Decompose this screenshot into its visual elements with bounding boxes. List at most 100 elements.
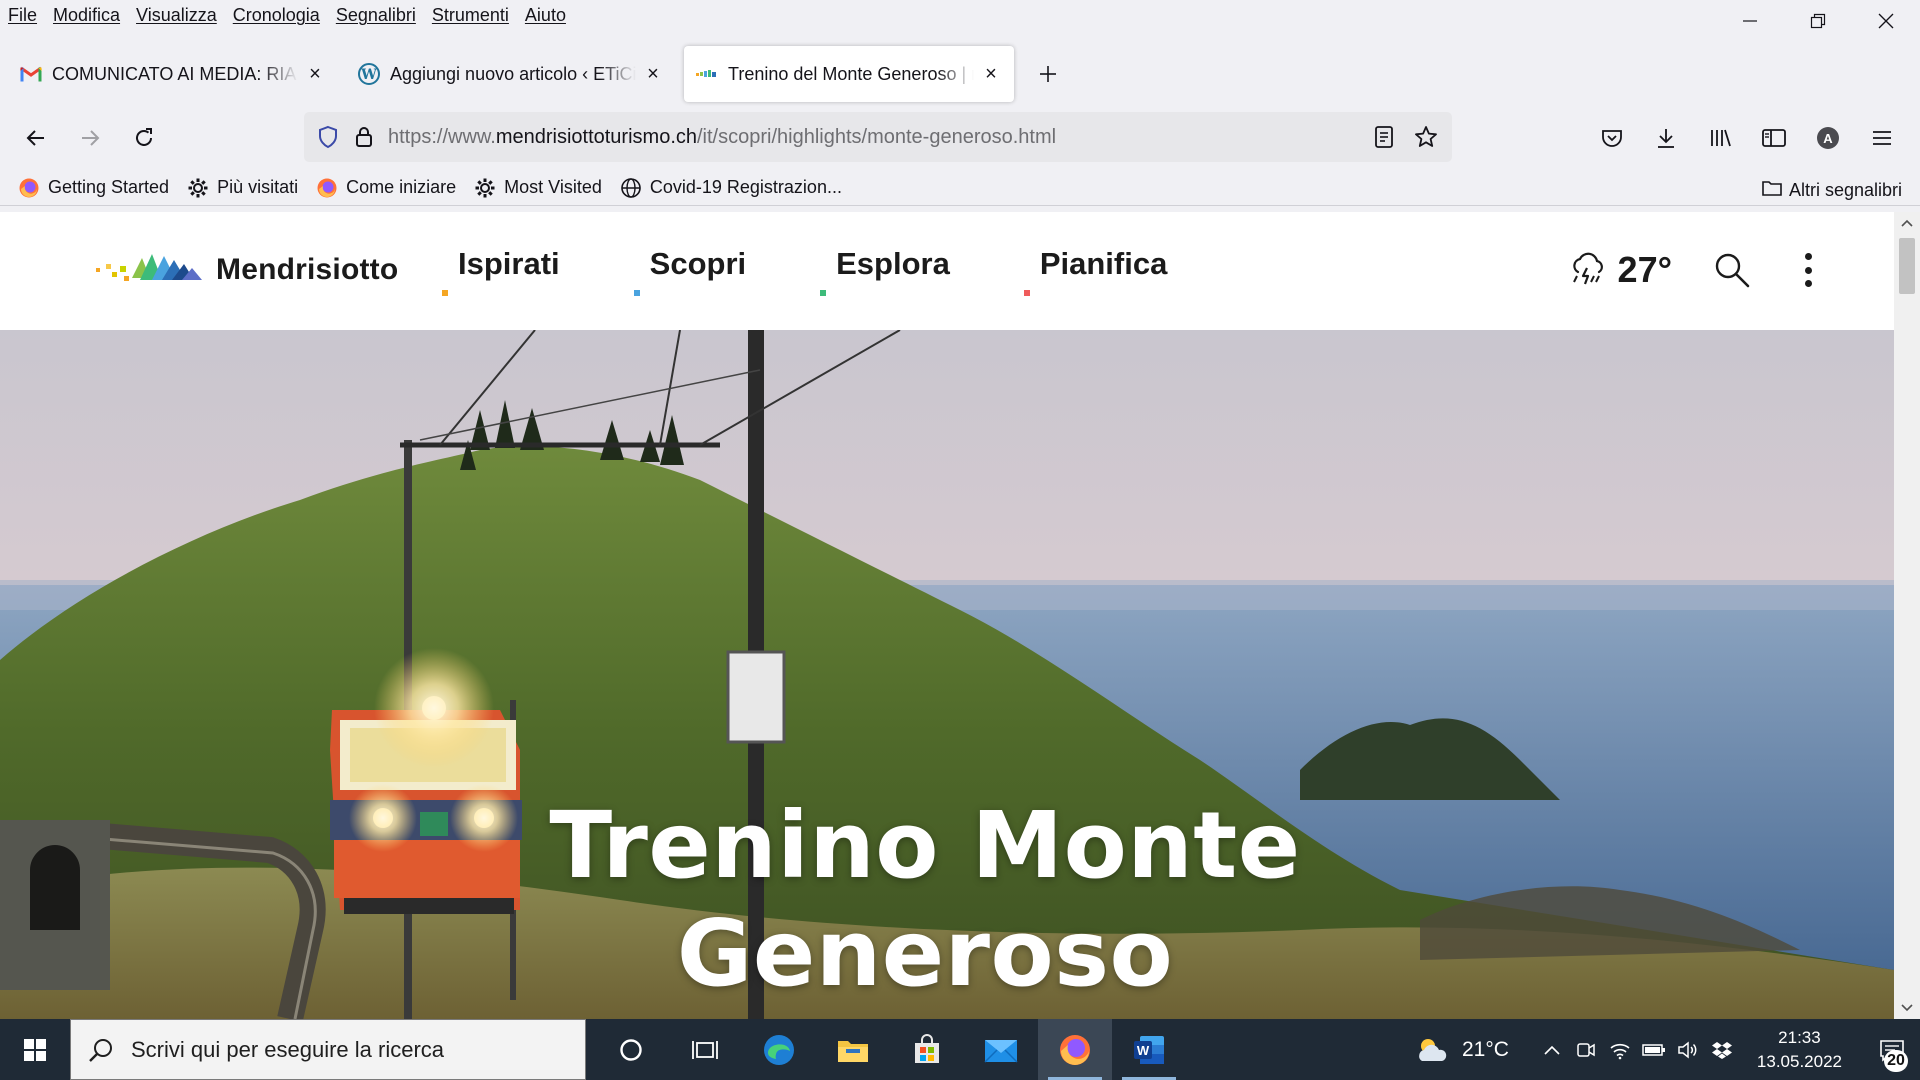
scrollbar-thumb[interactable] <box>1899 238 1915 294</box>
gmail-icon <box>20 63 42 85</box>
site-nav-ispirati[interactable]: Ispirati <box>440 246 560 296</box>
header-tools: 27° <box>1568 240 1814 300</box>
logo-text: Mendrisiotto <box>216 253 399 286</box>
word-app[interactable]: W <box>1112 1019 1186 1080</box>
bookmarks-bar: Getting Started Più visitati Come inizia… <box>0 174 1920 206</box>
url-prefix: https://www. <box>388 125 496 148</box>
app-menu-button[interactable] <box>1860 116 1904 160</box>
page-scrollbar[interactable] <box>1894 212 1920 1019</box>
url-path: /it/scopri/highlights/monte-generoso.htm… <box>697 125 1057 148</box>
tab-gmail[interactable]: COMUNICATO AI MEDIA: RIAPR × <box>8 46 338 102</box>
url-text[interactable]: https://www.mendrisiottoturismo.ch/it/sc… <box>388 126 1056 149</box>
notification-center-button[interactable]: 20 <box>1868 1019 1916 1080</box>
lock-icon[interactable] <box>346 119 382 155</box>
bookmark-most-visited[interactable]: Most Visited <box>474 177 602 199</box>
wordpress-icon: W <box>358 63 380 85</box>
site-nav-esplora[interactable]: Esplora <box>818 246 950 296</box>
close-tab-icon[interactable]: × <box>980 63 1002 85</box>
notification-count-badge: 20 <box>1884 1050 1908 1072</box>
menu-bar: File Modifica Visualizza Cronologia Segn… <box>0 0 1920 30</box>
bookmark-piu-visitati[interactable]: Più visitati <box>187 177 298 199</box>
cortana-circle-icon <box>620 1038 642 1061</box>
menu-cronologia[interactable]: Cronologia <box>225 5 328 26</box>
mail-icon <box>984 1039 1018 1063</box>
menu-strumenti[interactable]: Strumenti <box>424 5 517 26</box>
tab-mendrisiotto[interactable]: Trenino del Monte Generoso | m × <box>684 46 1014 102</box>
scroll-down-arrow-icon[interactable] <box>1894 997 1920 1019</box>
taskbar-search-box[interactable]: Scrivi qui per eseguire la ricerca <box>70 1019 586 1080</box>
sidebar-button[interactable] <box>1752 116 1796 160</box>
tab-wordpress[interactable]: W Aggiungi nuovo articolo ‹ ETiCi × <box>346 46 676 102</box>
search-icon[interactable] <box>1712 250 1752 290</box>
downloads-button[interactable] <box>1644 116 1688 160</box>
arrow-left-icon <box>26 130 44 146</box>
volume-icon[interactable] <box>1671 1030 1705 1070</box>
mail-app[interactable] <box>964 1019 1038 1080</box>
other-bookmarks-button[interactable]: Altri segnalibri <box>1761 174 1902 206</box>
nav-bar: https://www.mendrisiottoturismo.ch/it/sc… <box>0 108 1920 168</box>
bookmark-label: Più visitati <box>217 177 299 197</box>
shield-icon[interactable] <box>310 119 346 155</box>
wifi-icon[interactable] <box>1603 1030 1637 1070</box>
pocket-button[interactable] <box>1590 116 1634 160</box>
restore-button[interactable] <box>1784 0 1852 42</box>
close-tab-icon[interactable]: × <box>642 63 664 85</box>
meet-now-icon[interactable] <box>1569 1030 1603 1070</box>
start-button[interactable] <box>0 1019 70 1080</box>
back-button[interactable] <box>14 116 58 160</box>
menu-segnalibri[interactable]: Segnalibri <box>328 5 424 26</box>
star-icon[interactable] <box>1408 119 1444 155</box>
more-menu-icon[interactable] <box>1802 250 1814 290</box>
reload-button[interactable] <box>122 116 166 160</box>
show-hidden-icons-chevron-icon[interactable] <box>1535 1030 1569 1070</box>
scroll-up-arrow-icon[interactable] <box>1894 212 1920 234</box>
library-button[interactable] <box>1698 116 1742 160</box>
taskbar-clock[interactable]: 21:33 13.05.2022 <box>1757 1026 1842 1074</box>
file-explorer-app[interactable] <box>816 1019 890 1080</box>
site-logo[interactable]: Mendrisiotto <box>96 250 398 290</box>
url-bar[interactable]: https://www.mendrisiottoturismo.ch/it/sc… <box>304 112 1452 162</box>
bookmark-come-iniziare[interactable]: Come iniziare <box>316 177 456 199</box>
site-nav-pianifica[interactable]: Pianifica <box>1022 246 1167 296</box>
library-icon <box>1711 129 1731 147</box>
battery-icon[interactable] <box>1637 1030 1671 1070</box>
forward-button[interactable] <box>68 116 112 160</box>
folder-icon <box>1761 178 1783 203</box>
menu-aiuto[interactable]: Aiuto <box>517 5 574 26</box>
globe-icon <box>620 177 642 199</box>
microsoft-store-app[interactable] <box>890 1019 964 1080</box>
reader-view-icon[interactable] <box>1366 119 1402 155</box>
taskbar-temperature: 21°C <box>1461 1037 1509 1061</box>
bookmark-label: Covid-19 Registrazion... <box>649 177 842 197</box>
edge-app[interactable] <box>742 1019 816 1080</box>
tab-title: COMUNICATO AI MEDIA: RIAPR <box>52 63 298 84</box>
restore-icon <box>1810 13 1826 29</box>
menu-visualizza[interactable]: Visualizza <box>128 5 225 26</box>
edge-icon <box>764 1034 794 1065</box>
bookmark-label: Come iniziare <box>346 177 457 197</box>
menu-file[interactable]: File <box>0 5 45 26</box>
close-tab-icon[interactable]: × <box>304 63 326 85</box>
svg-text:W: W <box>1137 1043 1150 1058</box>
gear-icon <box>187 177 209 199</box>
word-icon: W <box>1134 1035 1164 1064</box>
taskbar-weather-widget[interactable]: 21°C <box>1414 1035 1509 1065</box>
page-viewport: Mendrisiotto Ispirati Scopri Esplora Pia… <box>0 212 1920 1019</box>
new-tab-button[interactable] <box>1028 54 1068 94</box>
hero-section: Trenino Monte Generoso <box>0 330 1894 1019</box>
menu-modifica[interactable]: Modifica <box>45 5 128 26</box>
bookmark-getting-started[interactable]: Getting Started <box>18 177 169 199</box>
url-domain: mendrisiottoturismo.ch <box>495 125 697 148</box>
task-view-button[interactable] <box>668 1019 742 1080</box>
close-window-button[interactable] <box>1852 0 1920 42</box>
thunderstorm-icon[interactable] <box>1568 250 1608 290</box>
site-nav-scopri[interactable]: Scopri <box>632 246 746 296</box>
minimize-button[interactable] <box>1716 0 1784 42</box>
cortana-button[interactable] <box>594 1019 668 1080</box>
dropbox-icon[interactable] <box>1705 1030 1739 1070</box>
bookmark-covid-registrazione[interactable]: Covid-19 Registrazion... <box>620 177 842 199</box>
firefox-app[interactable] <box>1038 1019 1112 1080</box>
reload-icon <box>136 128 152 146</box>
minimize-icon <box>1743 20 1757 22</box>
account-button[interactable]: A <box>1806 116 1850 160</box>
